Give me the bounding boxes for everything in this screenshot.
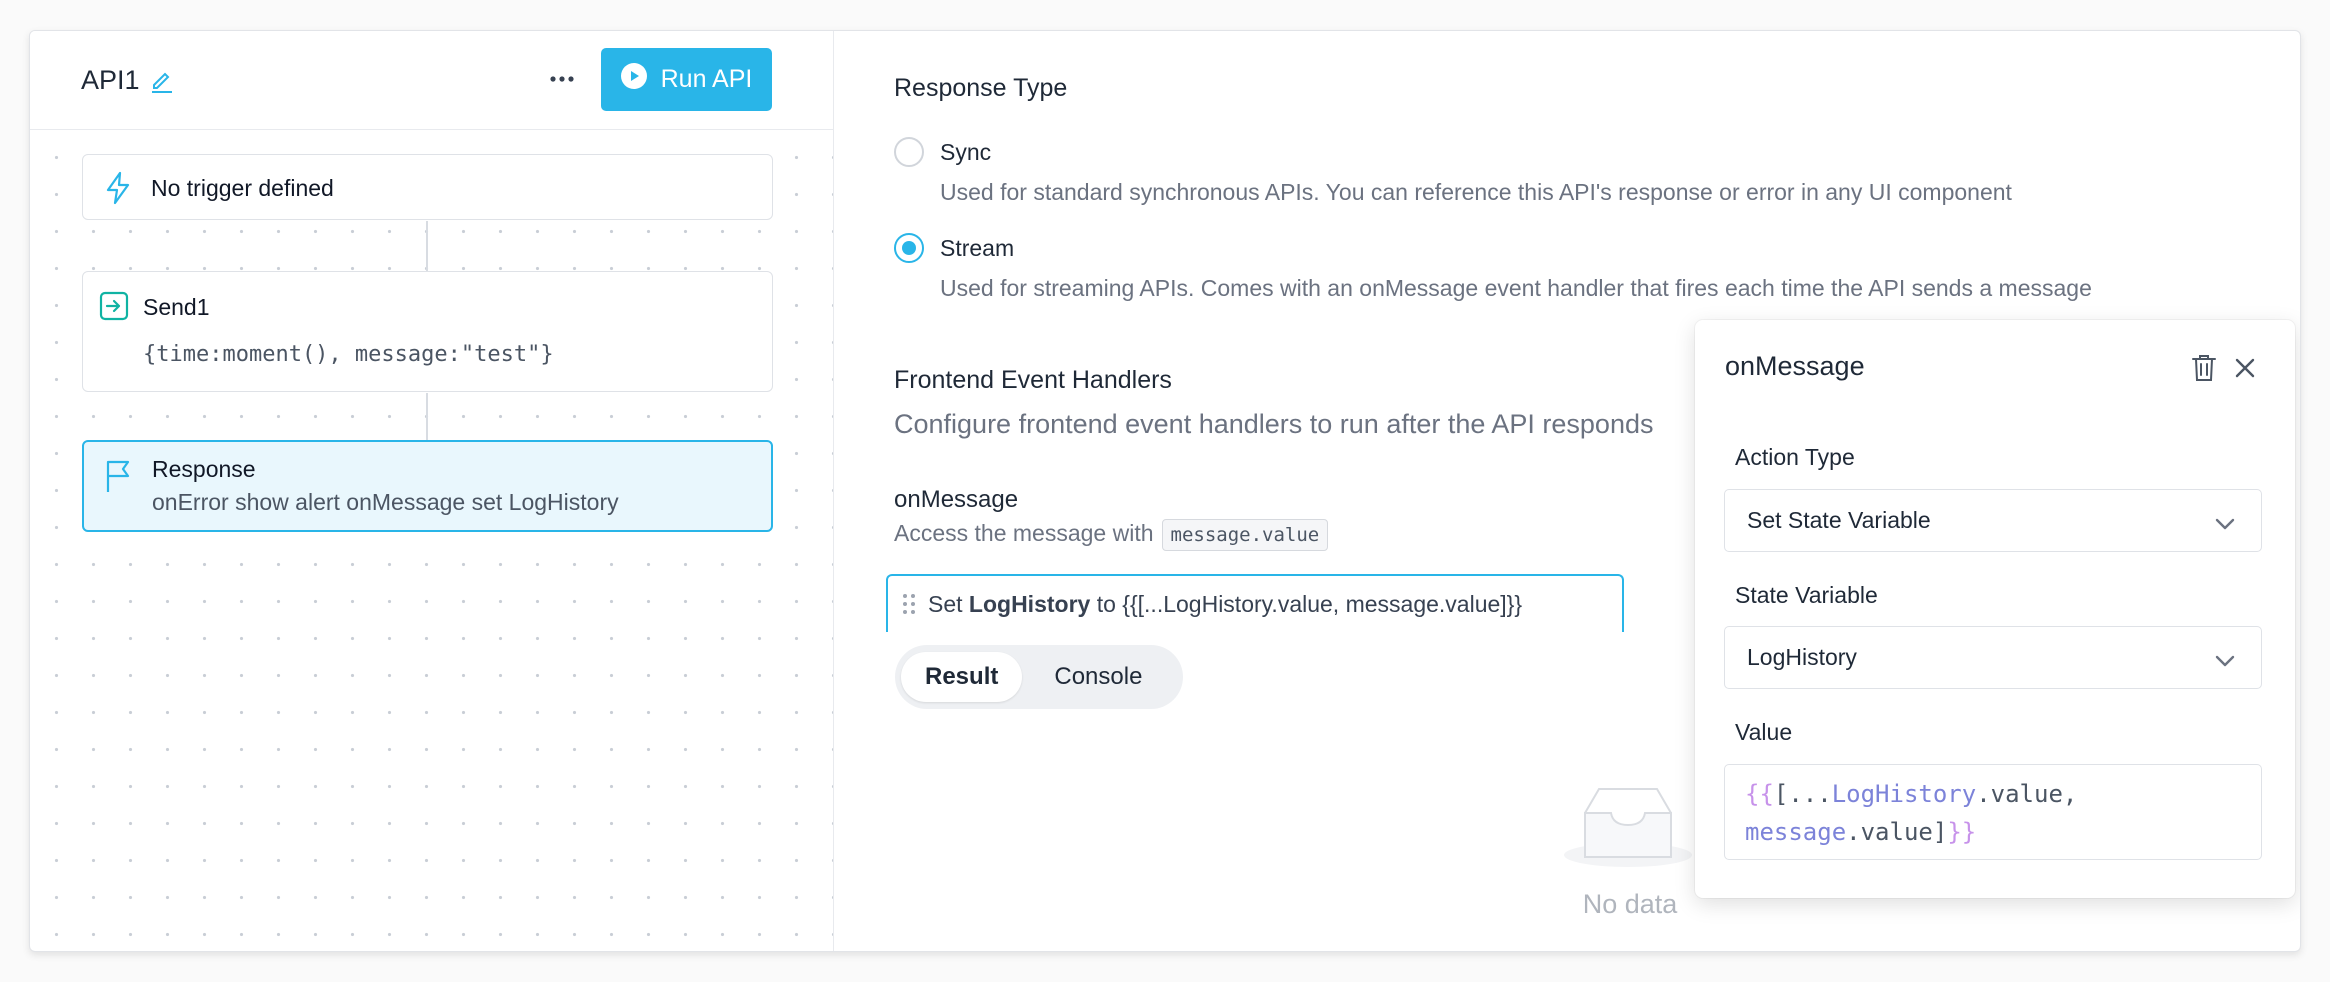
response-node[interactable]: Response onError show alert onMessage se… xyxy=(82,440,773,532)
sync-label[interactable]: Sync xyxy=(940,139,991,166)
popover-title: onMessage xyxy=(1725,351,1865,381)
connector-line xyxy=(426,221,428,271)
inbox-icon xyxy=(1563,783,1693,874)
handler-row[interactable]: Set LogHistory to {{[...LogHistory.value… xyxy=(886,574,1624,632)
value-editor[interactable]: {{[...LogHistory.value, message.value]}} xyxy=(1724,764,2262,860)
stream-radio[interactable] xyxy=(894,233,924,263)
workflow-panel: API1 Run API No trigger defined Send1 {t… xyxy=(30,31,834,951)
more-icon[interactable] xyxy=(542,59,582,99)
chevron-down-icon xyxy=(2215,510,2235,537)
stream-description: Used for streaming APIs. Comes with an o… xyxy=(940,275,2092,301)
action-type-value: Set State Variable xyxy=(1747,507,1931,533)
sync-description: Used for standard synchronous APIs. You … xyxy=(940,179,2012,205)
response-type-title: Response Type xyxy=(894,74,1068,102)
access-text: Access the message with xyxy=(894,520,1154,547)
api-name[interactable]: API1 xyxy=(81,65,174,96)
trash-icon[interactable] xyxy=(2186,350,2222,386)
frontend-handlers-title: Frontend Event Handlers xyxy=(894,366,1172,394)
edit-icon[interactable] xyxy=(150,68,174,94)
trigger-node[interactable]: No trigger defined xyxy=(82,154,773,220)
run-api-label: Run API xyxy=(660,65,753,93)
value-prop2: .value] xyxy=(1846,818,1948,846)
value-close-brace: }} xyxy=(1947,818,1977,846)
play-icon xyxy=(620,63,647,96)
action-type-select[interactable]: Set State Variable xyxy=(1724,489,2262,552)
lightning-icon xyxy=(103,171,133,210)
send-node[interactable]: Send1 {time:moment(), message:"test"} xyxy=(82,271,773,392)
tab-result[interactable]: Result xyxy=(901,652,1023,702)
value-var2: message xyxy=(1745,818,1847,846)
action-type-label: Action Type xyxy=(1735,444,1855,470)
flag-icon xyxy=(104,458,134,499)
api-editor-card: API1 Run API No trigger defined Send1 {t… xyxy=(29,30,2301,952)
tab-console[interactable]: Console xyxy=(1030,652,1166,702)
send-title: Send1 xyxy=(143,294,210,320)
chevron-down-icon xyxy=(2215,647,2235,674)
run-api-button[interactable]: Run API xyxy=(601,48,772,111)
trigger-label: No trigger defined xyxy=(151,175,334,201)
value-var1: LogHistory xyxy=(1831,780,1977,808)
panel-header: API1 Run API xyxy=(30,31,833,130)
response-title: Response xyxy=(152,456,256,482)
access-code: message.value xyxy=(1161,519,1329,551)
onmessage-title: onMessage xyxy=(894,486,1019,513)
drag-handle-icon[interactable] xyxy=(902,593,916,615)
sync-radio[interactable] xyxy=(894,137,924,167)
row-variable: LogHistory xyxy=(968,590,1091,617)
stream-label[interactable]: Stream xyxy=(940,235,1014,262)
value-label: Value xyxy=(1735,719,1793,745)
row-prefix: Set xyxy=(928,590,963,617)
workflow-canvas xyxy=(30,131,833,951)
state-variable-value: LogHistory xyxy=(1747,644,1857,670)
state-variable-select[interactable]: LogHistory xyxy=(1724,626,2262,689)
response-subtitle: onError show alert onMessage set LogHist… xyxy=(152,489,619,515)
close-icon[interactable] xyxy=(2227,350,2263,386)
value-prop1: .value, xyxy=(1976,780,2078,808)
state-variable-label: State Variable xyxy=(1735,582,1878,608)
result-console-tabs: Result Console xyxy=(895,645,1183,709)
frontend-handlers-description: Configure frontend event handlers to run… xyxy=(894,409,1654,439)
value-bracket: [... xyxy=(1773,780,1832,808)
row-expression: {{[...LogHistory.value, message.value]}} xyxy=(1122,590,1523,617)
row-middle: to xyxy=(1096,590,1116,617)
send-icon xyxy=(99,291,129,326)
onmessage-popover: onMessage Action Type Set State Variable… xyxy=(1695,320,2295,898)
connector-line xyxy=(426,393,428,440)
api-name-label: API1 xyxy=(81,65,140,95)
value-open-brace: {{ xyxy=(1745,780,1774,808)
send-payload: {time:moment(), message:"test"} xyxy=(143,342,554,367)
access-hint: Access the message with message.value xyxy=(894,519,1329,551)
